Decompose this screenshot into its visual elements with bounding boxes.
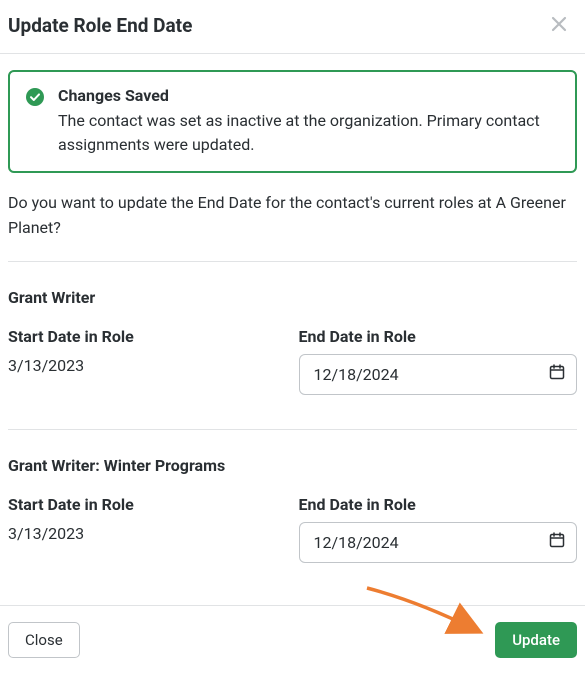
alert-title: Changes Saved xyxy=(58,86,559,105)
check-circle-icon xyxy=(26,88,44,106)
modal-body: Changes Saved The contact was set as ina… xyxy=(0,54,585,605)
prompt-text: Do you want to update the End Date for t… xyxy=(8,191,577,241)
start-date-label: Start Date in Role xyxy=(8,327,287,346)
start-date-label: Start Date in Role xyxy=(8,495,287,514)
start-date-value: 3/13/2023 xyxy=(8,522,287,543)
alert-message: The contact was set as inactive at the o… xyxy=(58,109,559,157)
update-role-end-date-modal: Update Role End Date Changes Saved The c… xyxy=(0,0,585,674)
start-date-field: Start Date in Role 3/13/2023 xyxy=(8,327,287,395)
role-block: Grant Writer Start Date in Role 3/13/202… xyxy=(8,288,577,395)
end-date-input-wrap xyxy=(299,522,578,563)
close-icon[interactable] xyxy=(547,15,571,37)
update-button[interactable]: Update xyxy=(495,622,577,658)
modal-header: Update Role End Date xyxy=(0,0,585,54)
alert-content: Changes Saved The contact was set as ina… xyxy=(58,86,559,157)
start-date-field: Start Date in Role 3/13/2023 xyxy=(8,495,287,563)
role-fields: Start Date in Role 3/13/2023 End Date in… xyxy=(8,495,577,563)
success-alert: Changes Saved The contact was set as ina… xyxy=(8,70,577,173)
divider xyxy=(8,261,577,262)
modal-footer: Close Update xyxy=(0,605,585,674)
end-date-field: End Date in Role xyxy=(299,327,578,395)
end-date-label: End Date in Role xyxy=(299,327,578,346)
close-button[interactable]: Close xyxy=(8,622,80,658)
end-date-input-wrap xyxy=(299,354,578,395)
role-name: Grant Writer xyxy=(8,288,577,307)
end-date-input[interactable] xyxy=(299,522,578,563)
role-block: Grant Writer: Winter Programs Start Date… xyxy=(8,456,577,563)
role-name: Grant Writer: Winter Programs xyxy=(8,456,577,475)
end-date-input[interactable] xyxy=(299,354,578,395)
modal-title: Update Role End Date xyxy=(8,14,192,37)
end-date-label: End Date in Role xyxy=(299,495,578,514)
start-date-value: 3/13/2023 xyxy=(8,354,287,375)
divider xyxy=(8,429,577,430)
end-date-field: End Date in Role xyxy=(299,495,578,563)
role-fields: Start Date in Role 3/13/2023 End Date in… xyxy=(8,327,577,395)
